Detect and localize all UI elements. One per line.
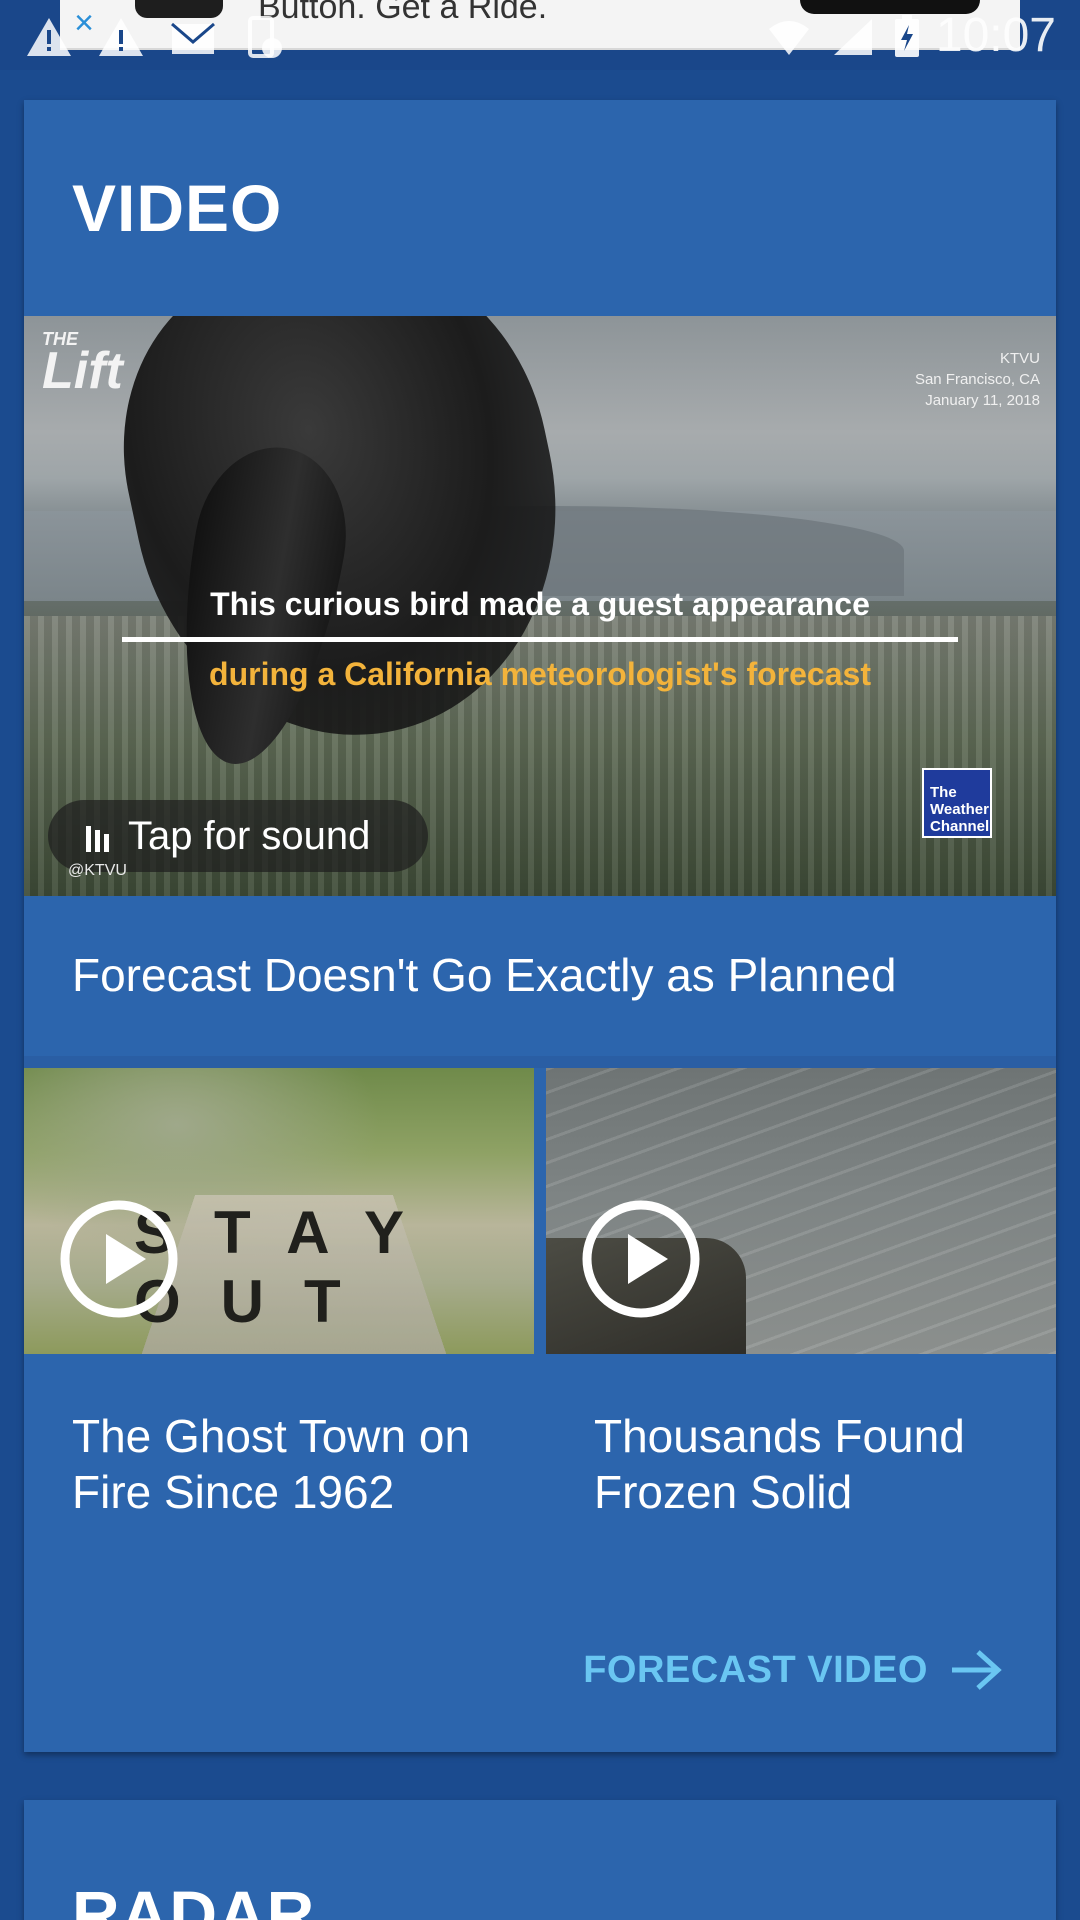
the-lift-logo: THE Lift	[42, 329, 123, 400]
video-thumbnail[interactable]	[546, 1068, 1056, 1354]
tap-for-sound-label: Tap for sound	[128, 813, 371, 858]
card-divider	[24, 1056, 1056, 1068]
caption-line-1: This curious bird made a guest appearanc…	[210, 586, 870, 622]
section-title-video: VIDEO	[72, 171, 283, 245]
mail-icon	[171, 22, 215, 54]
system-icons: 10:07	[764, 8, 1056, 63]
video-watermark: @KTVU	[68, 862, 127, 879]
video-caption: This curious bird made a guest appearanc…	[24, 586, 1056, 693]
weather-channel-logo: The Weather Channel	[922, 768, 992, 838]
warning-icon	[99, 18, 143, 56]
arrow-right-icon	[952, 1650, 1002, 1690]
featured-video-title[interactable]: Forecast Doesn't Go Exactly as Planned	[72, 948, 896, 1002]
signal-icon	[833, 18, 872, 55]
play-icon[interactable]	[58, 1198, 180, 1320]
thumbnail-sign-text: STAY OUT	[134, 1199, 443, 1335]
video-card: VIDEO THE Lift KTVU San Francisco, CA Ja…	[24, 100, 1056, 1752]
video-thumbnail[interactable]: STAY OUT	[24, 1068, 534, 1354]
video-tile[interactable]: Thousands Found Frozen Solid	[546, 1068, 1056, 1572]
radar-card: RADAR	[24, 1800, 1056, 1920]
video-tile-title[interactable]: Thousands Found Frozen Solid	[594, 1408, 1034, 1520]
video-tile-title[interactable]: The Ghost Town on Fire Since 1962	[72, 1408, 512, 1520]
alarm-phone-icon	[248, 16, 282, 58]
featured-video-player[interactable]: THE Lift KTVU San Francisco, CA January …	[24, 316, 1056, 896]
play-icon[interactable]	[580, 1198, 702, 1320]
forecast-video-label: FORECAST VIDEO	[583, 1648, 928, 1691]
caption-divider	[122, 637, 958, 642]
wifi-icon	[768, 20, 809, 55]
video-tile[interactable]: STAY OUT The Ghost Town on Fire Since 19…	[24, 1068, 534, 1572]
clock: 10:07	[935, 9, 1056, 62]
section-title-radar: RADAR	[72, 1877, 316, 1920]
warning-icon	[27, 18, 71, 56]
notification-icons	[24, 14, 290, 60]
video-source: KTVU San Francisco, CA January 11, 2018	[914, 350, 1040, 409]
battery-charging-icon	[894, 14, 919, 57]
status-bar: × Button. Get a Ride. 10:07	[0, 0, 1080, 70]
forecast-video-link[interactable]: FORECAST VIDEO	[583, 1648, 1002, 1692]
volume-bars-icon	[86, 826, 109, 852]
ad-text[interactable]: Button. Get a Ride.	[258, 0, 547, 27]
caption-line-2: during a California meteorologist's fore…	[209, 656, 871, 692]
